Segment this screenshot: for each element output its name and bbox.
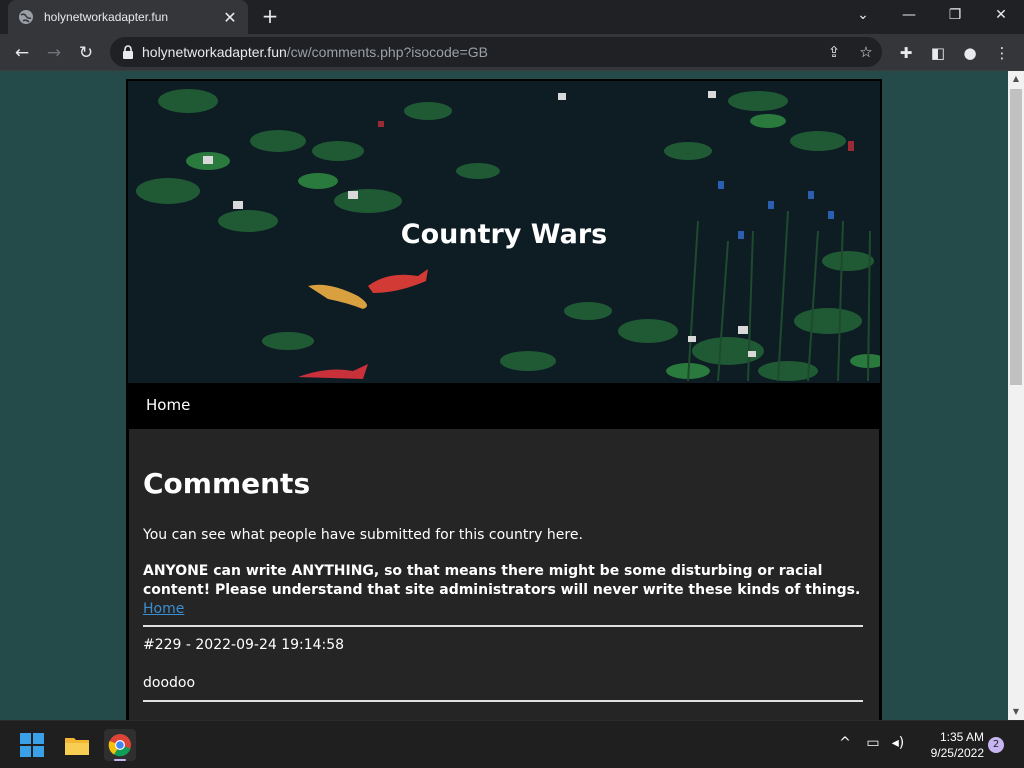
site-title: Country Wars [400, 219, 608, 250]
new-tab-button[interactable]: + [258, 4, 282, 28]
show-hidden-icons-icon[interactable]: ^ [835, 735, 855, 751]
home-link[interactable]: Home [143, 601, 184, 617]
scroll-thumb[interactable] [1010, 89, 1022, 385]
clock-time: 1:35 AM [939, 730, 984, 744]
divider [143, 700, 863, 702]
system-clock[interactable]: 1:35 AM 9/25/2022 [912, 729, 984, 761]
comment-meta: #229 - 2022-09-24 19:14:58 [143, 637, 345, 653]
url-text[interactable]: holynetworkadapter.fun/cw/comments.php?i… [142, 44, 488, 60]
network-icon[interactable]: ▭ [863, 735, 883, 751]
comment-text: doodoo [143, 675, 196, 691]
tab-title: holynetworkadapter.fun [44, 10, 169, 24]
scroll-down-icon[interactable]: ▼ [1008, 704, 1024, 720]
file-explorer-icon[interactable] [61, 729, 93, 761]
extensions-icon[interactable]: ✚ [893, 40, 919, 66]
side-panel-icon[interactable]: ◧ [925, 40, 951, 66]
forward-button[interactable]: → [41, 40, 67, 66]
restore-button[interactable]: ❐ [932, 0, 978, 30]
page-viewport: Country Wars Home Comments You can see w… [0, 71, 1008, 720]
page-scrollbar[interactable]: ▲ ▼ [1008, 71, 1024, 720]
chrome-icon[interactable] [104, 729, 136, 761]
page-container: Country Wars Home Comments You can see w… [126, 79, 882, 720]
share-icon[interactable]: ⇪ [821, 37, 847, 67]
minimize-button[interactable]: — [886, 0, 932, 30]
clock-date: 9/25/2022 [930, 746, 984, 760]
lock-icon[interactable] [122, 45, 134, 59]
windows-start-icon[interactable] [16, 729, 48, 761]
address-bar[interactable]: holynetworkadapter.fun/cw/comments.php?i… [110, 37, 882, 67]
divider [143, 625, 863, 627]
comments-section: Comments You can see what people have su… [129, 429, 879, 720]
globe-icon [19, 10, 33, 24]
menu-icon[interactable]: ⋮ [989, 40, 1015, 66]
close-window-button[interactable]: ✕ [978, 0, 1024, 30]
intro-text: You can see what people have submitted f… [143, 527, 583, 543]
close-tab-icon[interactable]: ✕ [222, 8, 238, 27]
notification-badge[interactable]: 2 [988, 737, 1004, 753]
warning-text: ANYONE can write ANYTHING, so that means… [143, 563, 861, 598]
reload-button[interactable]: ↻ [73, 40, 99, 66]
bookmark-star-icon[interactable]: ☆ [853, 37, 879, 67]
nav-home-link[interactable]: Home [146, 396, 190, 414]
scroll-up-icon[interactable]: ▲ [1008, 71, 1024, 87]
back-button[interactable]: ← [9, 40, 35, 66]
browser-tab[interactable]: holynetworkadapter.fun ✕ [8, 0, 248, 34]
page-title: Comments [143, 467, 311, 500]
header-banner: Country Wars [128, 81, 880, 383]
volume-icon[interactable]: ◂) [888, 735, 908, 751]
profile-icon[interactable]: ● [957, 40, 983, 66]
tab-search-icon[interactable]: ⌄ [840, 0, 886, 30]
taskbar: ^ ▭ ◂) 1:35 AM 9/25/2022 2 [0, 720, 1024, 768]
browser-titlebar: holynetworkadapter.fun ✕ + ⌄ — ❐ ✕ [0, 0, 1024, 34]
browser-toolbar: ← → ↻ holynetworkadapter.fun/cw/comments… [0, 34, 1024, 71]
site-nav: Home [128, 383, 880, 429]
